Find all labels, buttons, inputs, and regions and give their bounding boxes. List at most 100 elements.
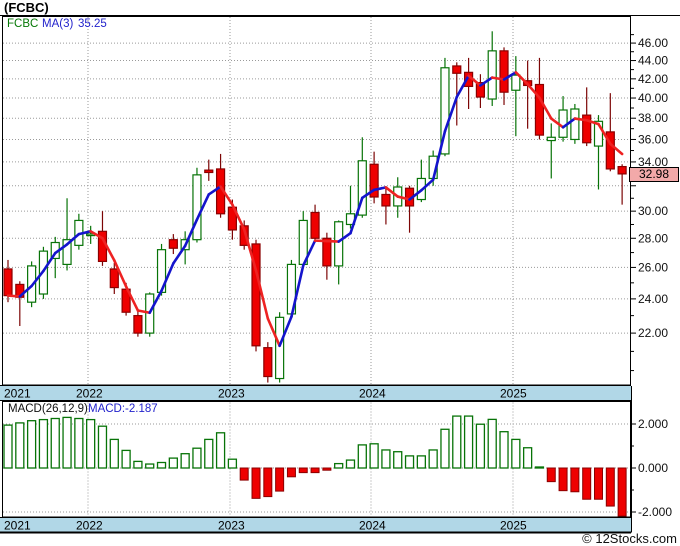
- macd-bar-positive: [3, 424, 13, 469]
- candle-body: [3, 268, 13, 297]
- macd-bar-negative: [239, 467, 249, 481]
- year-label-top: 2021: [4, 387, 31, 401]
- macd-bar-positive: [50, 417, 60, 469]
- macd-bar-positive: [192, 447, 202, 469]
- candle-body: [263, 347, 273, 378]
- candle-body: [133, 315, 143, 334]
- legend-symbol: FCBC: [7, 18, 39, 30]
- year-label-top: 2022: [76, 387, 103, 401]
- macd-bar-positive: [215, 432, 226, 469]
- year-label-bottom: 2023: [218, 519, 245, 533]
- candle-body: [487, 50, 497, 100]
- stock-chart-window: 46.00 44.00 42.00 40.00 38.00 36.00 34.00 30.00…: [0, 0, 680, 546]
- candle-body: [204, 169, 214, 174]
- macd-bar-positive: [168, 457, 178, 469]
- macd-bar-positive: [121, 449, 131, 469]
- macd-bar-negative: [286, 467, 296, 478]
- chart-canvas: 46.0044.0042.0040.0038.0036.0034.0030.00…: [0, 15, 680, 534]
- price-axis-label: 38.00: [638, 111, 668, 125]
- ma-line-segment: [573, 117, 588, 122]
- macd-bar-positive: [381, 449, 391, 469]
- candle-body: [534, 83, 545, 136]
- macd-bar-positive: [393, 451, 403, 469]
- candle-body: [452, 65, 462, 74]
- candle-body: [192, 174, 202, 241]
- macd-bar-positive: [440, 428, 450, 469]
- candle-body: [617, 165, 627, 175]
- macd-bar-positive: [26, 420, 37, 469]
- year-label-bottom: 2021: [4, 519, 31, 533]
- price-axis-label: 44.00: [638, 54, 668, 68]
- year-label-bottom: 2025: [500, 519, 527, 533]
- year-label-top: 2024: [359, 387, 386, 401]
- ma-line-segment: [6, 294, 22, 298]
- macd-bar-positive: [145, 463, 155, 469]
- macd-bar-positive: [133, 460, 143, 469]
- macd-bar-negative: [263, 467, 273, 498]
- candle-body: [334, 221, 344, 267]
- macd-bar-positive: [86, 418, 96, 469]
- price-axis-label: 36.00: [638, 132, 668, 146]
- macd-bar-positive: [74, 417, 84, 469]
- macd-bar-positive: [404, 455, 415, 469]
- macd-bar-positive: [522, 447, 533, 469]
- last-price-badge: 32.98: [629, 167, 679, 182]
- ma-line-segment: [490, 76, 506, 81]
- watermark: © 12Stocks.com: [582, 531, 677, 546]
- macd-bar-negative: [275, 467, 285, 492]
- macd-bar-positive: [452, 415, 462, 469]
- macd-bar-positive: [534, 466, 545, 469]
- legend-ma-label: MA(3): [42, 18, 74, 30]
- price-pane-border: [2, 16, 631, 386]
- price-axis-label: 22.00: [638, 326, 668, 340]
- macd-bar-positive: [487, 418, 497, 469]
- macd-bar-negative: [322, 467, 332, 471]
- macd-bar-positive: [499, 431, 509, 469]
- macd-bar-positive: [97, 425, 108, 469]
- macd-bar-positive: [511, 438, 521, 469]
- macd-bar-negative: [298, 467, 308, 474]
- candle-body: [546, 136, 556, 142]
- macd-bar-negative: [558, 467, 568, 492]
- macd-bar-positive: [227, 458, 238, 469]
- macd-bar-negative: [570, 467, 580, 493]
- macd-bar-positive: [357, 444, 367, 469]
- year-label-bottom: 2024: [359, 519, 386, 533]
- macd-bar-positive: [38, 418, 49, 469]
- legend-ma-value: 35.25: [78, 18, 107, 30]
- macd-bar-positive: [156, 461, 167, 469]
- price-axis-label: 40.00: [638, 91, 668, 105]
- price-axis-label: 26.00: [638, 260, 668, 274]
- year-label-top: 2025: [500, 387, 527, 401]
- price-axis-label: 24.00: [638, 292, 668, 306]
- macd-bar-positive: [62, 416, 72, 469]
- macd-bar-positive: [334, 462, 344, 469]
- page-title: (FCBC): [4, 0, 49, 15]
- price-axis-label: 28.00: [638, 231, 668, 245]
- price-axis-label: 46.00: [638, 36, 668, 50]
- year-label-top: 2023: [218, 387, 245, 401]
- macd-bar-positive: [369, 443, 379, 469]
- year-label-bottom: 2022: [76, 519, 103, 533]
- candle-body: [381, 193, 391, 207]
- macd-axis-label: 0.000: [638, 461, 668, 475]
- price-axis-label: 42.00: [638, 72, 668, 86]
- macd-bar-positive: [204, 438, 214, 469]
- macd-pane-border: [2, 401, 631, 518]
- macd-bar-positive: [180, 453, 190, 469]
- candle-body: [109, 268, 119, 289]
- macd-bar-positive: [15, 422, 25, 469]
- macd-bar-positive: [345, 459, 356, 469]
- macd-bar-positive: [475, 423, 486, 469]
- macd-bar-negative: [605, 467, 615, 507]
- candle-body: [570, 108, 580, 141]
- macd-bar-positive: [463, 415, 474, 469]
- macd-bar-positive: [428, 449, 438, 469]
- macd-axis-label: 2.000: [638, 417, 668, 431]
- macd-bar-negative: [582, 467, 592, 500]
- macd-bar-negative: [594, 467, 603, 500]
- macd-legend-value: MACD:-2.187: [88, 403, 158, 415]
- candle-body: [499, 50, 509, 93]
- candle-body: [168, 239, 178, 249]
- macd-legend-name: MACD(26,12,9): [8, 403, 88, 415]
